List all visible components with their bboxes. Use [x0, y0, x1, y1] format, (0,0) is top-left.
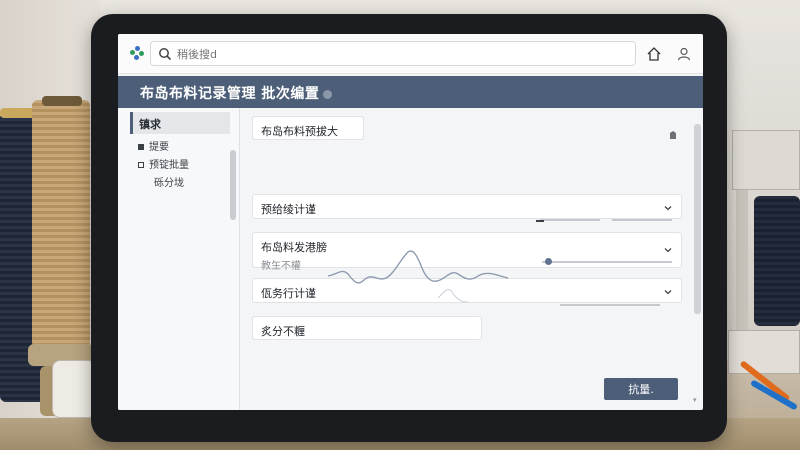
search-icon	[159, 48, 172, 61]
sewing-machine-foot	[736, 190, 748, 340]
sidebar-item-sub[interactable]: 砾分垅	[154, 174, 184, 189]
bullet-icon	[138, 162, 144, 168]
waveform-graphic	[328, 250, 509, 303]
progress-line	[612, 219, 672, 221]
main-content: 布岛布料预拔大 预给绫计谨 布岛料发港膀 教玍不權 佤务行计谨 炙分不糎	[240, 108, 695, 410]
slider-handle[interactable]	[545, 258, 552, 265]
sidebar-item-active[interactable]: 镇求	[130, 112, 230, 134]
page-header: 布岛布料记录管理 批次编置	[118, 76, 703, 108]
list-item-label: 炙分不糎	[261, 325, 305, 338]
list-item-label: 预给绫计谨	[261, 203, 316, 216]
sidebar-item-summary[interactable]: 提要	[138, 138, 169, 153]
right-thread-spool	[754, 196, 800, 326]
primary-action-button[interactable]: 抗量.	[604, 378, 678, 400]
progress-marker	[536, 220, 544, 222]
user-icon[interactable]	[676, 46, 692, 62]
tan-thread-spool	[32, 100, 90, 348]
search-box[interactable]	[150, 41, 636, 66]
desk-gadget	[52, 360, 96, 418]
header-indicator-icon	[323, 89, 333, 99]
list-item[interactable]: 预给绫计谨	[252, 194, 682, 219]
progress-line	[540, 219, 600, 221]
tablet-screen: 布岛布料记录管理 批次编置 镇求 提要 预锭批量 砾分垅 布岛布料预拔大 预给绫…	[118, 34, 703, 410]
sidebar-item-label: 提要	[149, 142, 169, 153]
scroll-down-icon[interactable]: ▾	[693, 396, 697, 404]
sewing-machine-arm	[732, 130, 800, 190]
machine-base	[728, 330, 800, 374]
slider-track[interactable]	[542, 261, 672, 263]
browser-toolbar	[118, 34, 703, 74]
list-item-sublabel: 教玍不權	[261, 261, 301, 272]
bullet-icon	[138, 144, 144, 150]
top-action-button[interactable]: 布岛布料预拔大	[252, 116, 364, 140]
progress-line	[560, 304, 660, 306]
top-action-label: 布岛布料预拔大	[261, 125, 338, 138]
list-item-label: 布岛料发港膀	[261, 241, 327, 254]
main-scrollbar[interactable]	[694, 124, 701, 314]
chevron-down-icon[interactable]	[663, 203, 673, 213]
tan-spool-cap	[42, 96, 82, 106]
sidebar-item-label: 预锭批量	[149, 160, 189, 171]
sidebar: 镇求 提要 预锭批量 砾分垅	[118, 108, 240, 410]
list-item-label: 佤务行计谨	[261, 287, 316, 300]
sidebar-scrollbar[interactable]	[230, 150, 236, 220]
page-title-text: 布岛布料记录管理 批次编置	[140, 86, 320, 102]
sidebar-item-label: 砾分垅	[154, 178, 184, 189]
app-logo-icon[interactable]	[130, 46, 144, 60]
page-title: 布岛布料记录管理 批次编置	[140, 83, 333, 103]
home-icon[interactable]	[646, 46, 662, 62]
sidebar-item-batch[interactable]: 预锭批量	[138, 156, 189, 171]
chevron-down-icon[interactable]	[663, 245, 673, 255]
list-item[interactable]: 炙分不糎	[252, 316, 482, 340]
flag-icon[interactable]	[668, 130, 678, 140]
search-input[interactable]	[177, 45, 617, 63]
chevron-down-icon[interactable]	[663, 287, 673, 297]
